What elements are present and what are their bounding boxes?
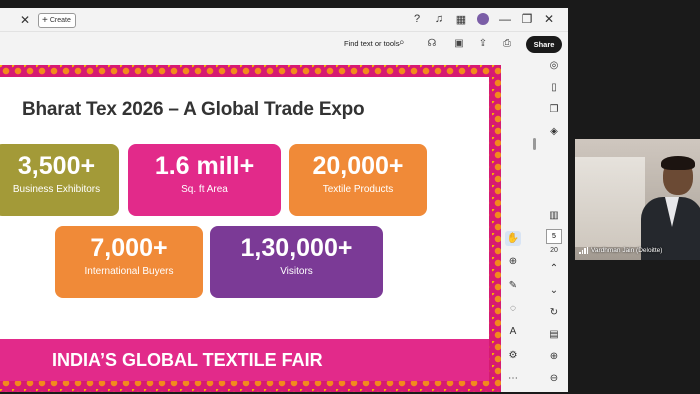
participant-name: Vardhman Jain (Deloitte) (591, 247, 663, 254)
stat-label: Textile Products (322, 184, 394, 195)
thumbnail-icon[interactable]: ▥ (546, 208, 562, 224)
minimize-button[interactable]: — (498, 12, 512, 26)
search-icon[interactable]: ⌕ (399, 37, 405, 48)
pages-icon[interactable]: ❐ (546, 102, 562, 118)
scrollbar-thumb[interactable] (533, 138, 536, 150)
zoom-select-icon[interactable]: ⊕ (505, 254, 521, 269)
create-label: Create (49, 17, 71, 24)
title-bar-icons: ? ♫ ▦ — ❐ ✕ (410, 12, 556, 26)
chevron-up-icon[interactable]: ⌃ (546, 260, 562, 276)
help-icon[interactable]: ? (410, 12, 424, 26)
title-bar: ✕ + Create ? ♫ ▦ — ❐ ✕ (0, 8, 568, 32)
print-icon[interactable]: ⎙ (500, 38, 514, 51)
text-tool-icon[interactable]: A (505, 324, 521, 339)
stat-value: 1.6 mill+ (154, 152, 255, 180)
slide-banner: INDIA’S GLOBAL TEXTILE FAIR (0, 339, 489, 381)
user-avatar[interactable] (476, 12, 490, 26)
comment-icon[interactable]: ◎ (546, 58, 562, 74)
zoom-in-icon[interactable]: ⊕ (546, 348, 562, 364)
close-window-button[interactable]: ✕ (542, 12, 556, 26)
screen: ✕ + Create ? ♫ ▦ — ❐ ✕ Find text or tool… (0, 0, 700, 394)
stat-label: Visitors (280, 266, 313, 277)
more-tools-icon[interactable]: ⋯ (505, 371, 521, 386)
bell-icon[interactable]: ♫ (432, 12, 446, 26)
stat-card-products: 20,000+ Textile Products (289, 144, 427, 216)
participant-hair (661, 156, 695, 170)
right-sidebar: ◎ ▯ ❐ ◈ ▥ 5 20 ⌃ ⌄ ↻ ▤ ⊕ ⊖ (540, 58, 568, 392)
save-icon[interactable]: ▣ (452, 38, 466, 51)
video-background (575, 157, 645, 247)
zoom-out-icon[interactable]: ⊖ (546, 370, 562, 386)
bookmark-icon[interactable]: ▯ (546, 80, 562, 96)
apps-grid-icon[interactable]: ▦ (454, 12, 468, 26)
chevron-down-icon[interactable]: ⌄ (546, 282, 562, 298)
stat-card-buyers: 7,000+ International Buyers (55, 226, 203, 298)
headphones-icon[interactable]: ☊ (425, 38, 439, 51)
tab-close-icon[interactable]: ✕ (20, 13, 30, 27)
stat-value: 3,500+ (17, 152, 96, 180)
layers-icon[interactable]: ◈ (546, 124, 562, 140)
stat-value: 1,30,000+ (240, 234, 353, 262)
pdf-viewer-window: ✕ + Create ? ♫ ▦ — ❐ ✕ Find text or tool… (0, 8, 568, 392)
page-fit-icon[interactable]: ▤ (546, 326, 562, 342)
video-tile: Vardhman Jain (Deloitte) (575, 139, 700, 260)
stat-card-visitors: 1,30,000+ Visitors (210, 226, 383, 298)
slide-title: Bharat Tex 2026 – A Global Trade Expo (22, 99, 365, 120)
stat-card-area: 1.6 mill+ Sq. ft Area (128, 144, 281, 216)
stat-card-exhibitors: 3,500+ Business Exhibitors (0, 144, 119, 216)
stat-label: Sq. ft Area (181, 184, 228, 195)
stamp-icon[interactable]: ⚙ (505, 347, 521, 362)
stat-value: 7,000+ (90, 234, 168, 262)
plus-icon: + (42, 14, 48, 26)
pen-icon[interactable]: ✎ (505, 278, 521, 293)
create-button[interactable]: + Create (38, 13, 76, 28)
lasso-icon[interactable]: ◌ (505, 301, 521, 316)
share-button[interactable]: Share (526, 36, 562, 53)
floating-tools: ✋ ⊕ ✎ ◌ A ⚙ ⋯ (502, 226, 524, 386)
upload-icon[interactable]: ⇪ (476, 38, 490, 51)
stat-label: Business Exhibitors (12, 184, 101, 195)
rotate-icon[interactable]: ↻ (546, 304, 562, 320)
page-number-input[interactable]: 5 (546, 229, 562, 245)
page-count: 20 (550, 247, 558, 255)
signal-bars-icon (579, 247, 588, 254)
stat-label: International Buyers (84, 266, 174, 277)
main-toolbar: Find text or tools ⌕ ☊ ▣ ⇪ ⎙ Share (0, 32, 568, 58)
find-text-tools-label[interactable]: Find text or tools (344, 39, 399, 48)
slide-page: Bharat Tex 2026 – A Global Trade Expo 3,… (0, 65, 501, 392)
slide-content: Bharat Tex 2026 – A Global Trade Expo 3,… (0, 77, 489, 381)
stat-value: 20,000+ (312, 152, 404, 180)
participant-name-tag: Vardhman Jain (Deloitte) (575, 247, 700, 254)
restore-button[interactable]: ❐ (520, 12, 534, 26)
hand-tool-icon[interactable]: ✋ (505, 231, 521, 247)
